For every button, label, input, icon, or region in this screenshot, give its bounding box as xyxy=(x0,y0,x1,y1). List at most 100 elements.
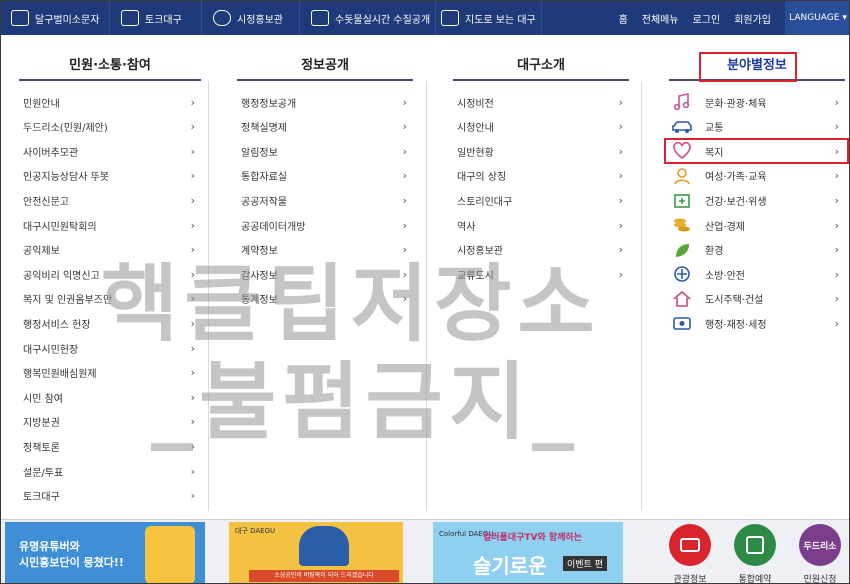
menu-item[interactable]: 통합자료실 › xyxy=(241,164,411,188)
menu-item[interactable]: 지방분권 › xyxy=(23,410,199,434)
menu-item[interactable]: 시청안내 › xyxy=(457,115,627,139)
banner-brand: 대구 DAEGU xyxy=(235,527,276,535)
quick-label[interactable]: 관광정보 xyxy=(660,572,720,583)
menu-item[interactable]: 교통 › xyxy=(671,115,843,139)
menu-item[interactable]: 알림정보 › xyxy=(241,139,411,163)
music-note-icon xyxy=(671,93,693,111)
menu-item[interactable]: 행정·재정·세정 › xyxy=(671,311,843,335)
menu-item[interactable]: 시민 참여 › xyxy=(23,385,199,409)
banner-smallbiz[interactable]: 대구 DAEGU 소상공인의 버팀목이 되어 드리겠습니다 xyxy=(229,522,403,583)
menu-item[interactable]: 사이버추모관 › xyxy=(23,139,199,163)
menu-item-label: 행정·재정·세정 xyxy=(705,319,767,331)
menu-item-label: 복지 및 인권옴부즈만 xyxy=(23,295,113,307)
menu-item-label: 행복민원배심원제 xyxy=(23,369,97,381)
menu-item[interactable]: 행정정보공개 › xyxy=(241,90,411,114)
complaint-circle[interactable]: 두드리소 xyxy=(799,524,841,566)
dudrieso-logo-icon: 두드리소 xyxy=(803,541,837,552)
menu-item-label: 스토리인대구 xyxy=(457,196,513,208)
signup-link[interactable]: 회원가입 xyxy=(734,11,771,26)
menu-item[interactable]: 도시주택·건설 › xyxy=(671,287,843,311)
banner-big: 슬기로운 xyxy=(473,554,547,578)
menu-item[interactable]: 대구시민헌장 › xyxy=(23,336,199,360)
character-image xyxy=(299,526,349,566)
language-select[interactable]: LANGUAGE ▾ xyxy=(785,1,849,35)
menu-item-label: 여성·가족·교육 xyxy=(705,172,767,184)
menu-item[interactable]: 공익제보 › xyxy=(23,238,199,262)
menu-item[interactable]: 설문/투표 › xyxy=(23,459,199,483)
menu-item-label: 문화·관광·체육 xyxy=(705,98,767,110)
map-icon xyxy=(441,10,459,26)
menu-item[interactable]: 대구의 상징 › xyxy=(457,164,627,188)
menu-item[interactable]: 인공지능상담사 뚜봇 › xyxy=(23,164,199,188)
menu-item[interactable]: 일반현황 › xyxy=(457,139,627,163)
chevron-right-icon: › xyxy=(190,218,195,232)
menu-item-label: 행정서비스 헌장 xyxy=(23,319,91,331)
menu-item[interactable]: 민원안내 › xyxy=(23,90,199,114)
menu-item[interactable]: 감사정보 › xyxy=(241,262,411,286)
chevron-right-icon: › xyxy=(618,169,623,183)
topbar-separator xyxy=(299,1,300,35)
chevron-right-icon: › xyxy=(190,316,195,330)
menu-item[interactable]: 교류도시 › xyxy=(457,262,627,286)
chevron-right-icon: › xyxy=(618,95,623,109)
menu-item[interactable]: 시정비전 › xyxy=(457,90,627,114)
menu-item-label: 시민 참여 xyxy=(23,393,63,405)
topbar-item-map[interactable]: 지도로 보는 대구 xyxy=(441,1,536,35)
menu-item[interactable]: 건강·보건·위생 › xyxy=(671,188,843,212)
chevron-right-icon: › xyxy=(834,292,839,306)
menu-item[interactable]: 스토리인대구 › xyxy=(457,188,627,212)
menu-item-label: 교통 xyxy=(705,123,724,135)
menu-item[interactable]: 공익비리 익명신고 › xyxy=(23,262,199,286)
menu-item[interactable]: 산업·경제 › xyxy=(671,213,843,237)
menu-item[interactable]: 계약정보 › xyxy=(241,238,411,262)
chevron-right-icon: › xyxy=(402,218,407,232)
menu-item[interactable]: 공공데이터개방 › xyxy=(241,213,411,237)
menu-item[interactable]: 행복민원배심원제 › xyxy=(23,361,199,385)
home-link[interactable]: 홈 xyxy=(619,11,628,26)
menu-item[interactable]: 정책실명제 › xyxy=(241,115,411,139)
menu-item[interactable]: 역사 › xyxy=(457,213,627,237)
chevron-right-icon: › xyxy=(834,95,839,109)
chevron-right-icon: › xyxy=(618,243,623,257)
menu-item[interactable]: 토크대구 › xyxy=(23,484,199,508)
banner-colorful-tv[interactable]: Colorful DAEGU 컬러풀대구TV와 함께하는 슬기로운 이벤트 편 xyxy=(433,522,623,583)
menu-item[interactable]: 문화·관광·체육 › xyxy=(671,90,843,114)
topbar-item-pr[interactable]: 시정홍보관 xyxy=(213,1,283,35)
quick-label[interactable]: 민원신청 xyxy=(790,572,849,583)
menu-item-label: 소방·안전 xyxy=(705,270,745,282)
login-link[interactable]: 로그인 xyxy=(693,11,721,26)
banner-tag: 이벤트 편 xyxy=(563,556,607,571)
chevron-right-icon: › xyxy=(402,169,407,183)
menu-item[interactable]: 공공저작물 › xyxy=(241,188,411,212)
menu-item[interactable]: 행정서비스 헌장 › xyxy=(23,311,199,335)
tourism-circle[interactable] xyxy=(669,524,711,566)
menu-item[interactable]: 안전신문고 › xyxy=(23,188,199,212)
banner-text: 유명유튜버와 xyxy=(19,540,80,553)
menu-item[interactable]: 두드리소(민원/제안) › xyxy=(23,115,199,139)
topbar-item-talk[interactable]: 토크대구 xyxy=(121,1,182,35)
topbar-item-water[interactable]: 수돗물실시간 수질공개 xyxy=(311,1,430,35)
menu-item[interactable]: 환경 › xyxy=(671,238,843,262)
house-icon xyxy=(671,290,693,308)
quick-label[interactable]: 통합예약 xyxy=(725,572,785,583)
menu-item[interactable]: 소방·안전 › xyxy=(671,262,843,286)
topbar-item-sms[interactable]: 달구벌미소문자 xyxy=(11,1,99,35)
globe-icon xyxy=(671,265,693,283)
banner-youtuber[interactable]: 유명유튜버와 시민홍보단이 뭉쳤다!! xyxy=(5,522,205,583)
column-intro: 대구소개 xyxy=(453,53,629,81)
menu-item-label: 계약정보 xyxy=(241,246,278,258)
medical-kit-icon xyxy=(671,191,693,209)
topbar-separator xyxy=(201,1,202,35)
menu-item[interactable]: 대구시민원탁회의 › xyxy=(23,213,199,237)
all-menu-link[interactable]: 전체메뉴 xyxy=(642,11,679,26)
menu-item[interactable]: 정책토론 › xyxy=(23,434,199,458)
coins-icon xyxy=(671,216,693,234)
menu-item[interactable]: 통계정보 › xyxy=(241,287,411,311)
menu-item[interactable]: 복지 및 인권옴부즈만 › xyxy=(23,287,199,311)
menu-item-label: 산업·경제 xyxy=(705,221,745,233)
menu-item[interactable]: 여성·가족·교육 › xyxy=(671,164,843,188)
chevron-right-icon: › xyxy=(834,316,839,330)
menu-item[interactable]: 시정홍보관 › xyxy=(457,238,627,262)
chevron-right-icon: › xyxy=(190,120,195,134)
reservation-circle[interactable] xyxy=(734,524,776,566)
